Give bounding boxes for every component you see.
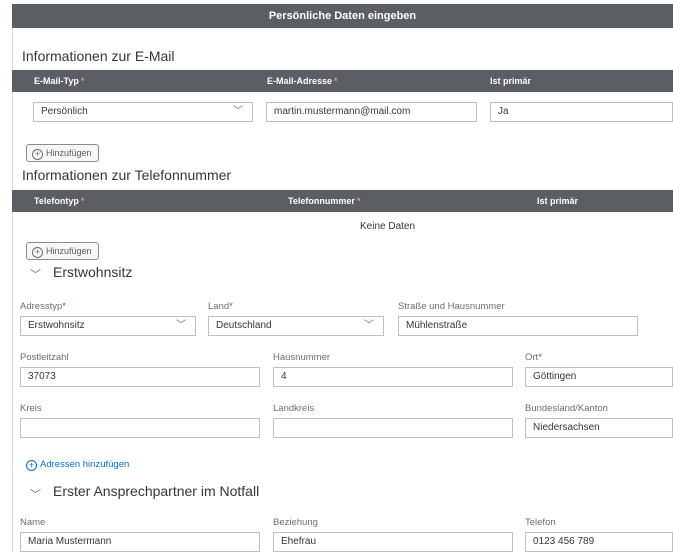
country-value: Deutschland — [216, 320, 272, 331]
postal-code-input[interactable]: 37073 — [20, 367, 260, 387]
phone-primary-header: Ist primär — [537, 196, 579, 206]
email-address-input[interactable]: martin.mustermann@mail.com — [266, 102, 477, 122]
contact-phone-label: Telefon — [525, 517, 556, 528]
chevron-down-icon: ﹀ — [176, 320, 186, 331]
postal-code-label: Postleitzahl — [20, 352, 69, 363]
phone-table-header: Telefontyp * Telefonnummer * Ist primär — [12, 190, 673, 212]
chevron-down-icon: ﹀ — [364, 320, 374, 331]
email-type-select[interactable]: Persönlich ﹀ — [33, 102, 253, 122]
collapse-address-icon[interactable]: ﹀ — [30, 266, 41, 282]
contact-phone-input[interactable]: 0123 456 789 — [525, 532, 673, 552]
collapse-emergency-icon[interactable]: ﹀ — [30, 486, 41, 502]
state-label: Bundesland/Kanton — [525, 403, 608, 414]
email-address-header: E-Mail-Adresse * — [267, 76, 338, 86]
state-input[interactable]: Niedersachsen — [525, 418, 673, 438]
street-label: Straße und Hausnummer — [398, 301, 505, 312]
address-type-label: Adresstyp* — [20, 301, 66, 312]
country-select[interactable]: Deutschland ﹀ — [208, 316, 384, 336]
relation-label: Beziehung — [273, 517, 318, 528]
email-primary-header: Ist primär — [490, 76, 532, 86]
rural-district-label: Landkreis — [273, 403, 315, 414]
plus-circle-icon: + — [32, 149, 43, 160]
country-label: Land* — [208, 301, 233, 312]
phone-empty-text: Keine Daten — [360, 221, 416, 232]
email-primary-select[interactable]: Ja — [490, 102, 673, 122]
add-phone-button[interactable]: + Hinzufügen — [26, 242, 99, 260]
email-type-value: Persönlich — [41, 106, 88, 117]
email-table-header: E-Mail-Typ * E-Mail-Adresse * Ist primär — [12, 70, 673, 92]
add-phone-label: Hinzufügen — [46, 246, 92, 256]
add-email-label: Hinzufügen — [46, 148, 92, 158]
phone-section-title: Informationen zur Telefonnummer — [22, 167, 232, 183]
plus-circle-icon: + — [32, 247, 43, 258]
address-type-select[interactable]: Erstwohnsitz ﹀ — [20, 316, 196, 336]
email-type-header: E-Mail-Typ * — [34, 76, 85, 86]
house-number-label: Hausnummer — [273, 352, 331, 363]
house-number-input[interactable]: 4 — [273, 367, 513, 387]
phone-number-header: Telefonnummer * — [288, 196, 361, 206]
relation-input[interactable]: Ehefrau — [273, 532, 513, 552]
emergency-section-title: Erster Ansprechpartner im Notfall — [53, 483, 260, 499]
email-section-title: Informationen zur E-Mail — [22, 48, 175, 64]
district-input[interactable] — [20, 418, 260, 438]
rural-district-input[interactable] — [273, 418, 513, 438]
dialog-title: Persönliche Daten eingeben — [12, 4, 673, 28]
add-address-label: Adressen hinzufügen — [40, 459, 130, 470]
city-label: Ort* — [525, 352, 542, 363]
chevron-down-icon: ﹀ — [233, 106, 243, 117]
plus-circle-icon: + — [26, 460, 37, 471]
street-input[interactable]: Mühlenstraße — [398, 316, 638, 336]
address-type-value: Erstwohnsitz — [28, 320, 85, 331]
district-label: Kreis — [20, 403, 42, 414]
add-email-button[interactable]: + Hinzufügen — [26, 144, 99, 162]
contact-name-input[interactable]: Maria Mustermann — [20, 532, 260, 552]
contact-name-label: Name — [20, 517, 46, 528]
address-section-title: Erstwohnsitz — [53, 264, 133, 280]
phone-type-header: Telefontyp * — [34, 196, 85, 206]
add-address-link[interactable]: + Adressen hinzufügen — [26, 459, 129, 471]
city-input[interactable]: Göttingen — [525, 367, 673, 387]
